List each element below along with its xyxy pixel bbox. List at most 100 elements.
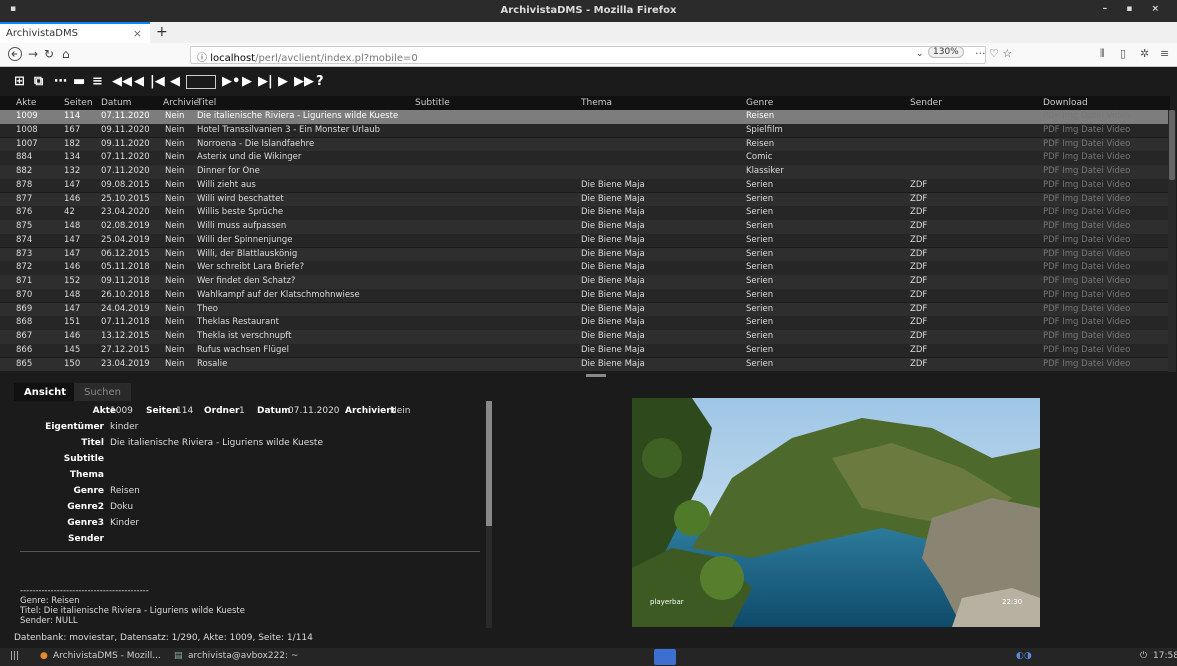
tab-ansicht[interactable]: Ansicht <box>14 383 77 401</box>
last-page-icon[interactable]: ▶ <box>278 74 288 89</box>
cell-download[interactable]: PDF Img Datei Video <box>1043 125 1163 135</box>
seiten-value[interactable]: 114 <box>176 406 193 416</box>
extension-icon[interactable]: ✲ <box>1140 47 1149 60</box>
hamburger-menu-icon[interactable]: ≡ <box>1160 47 1169 60</box>
table-row[interactable]: 873 147 06.12.2015 Nein Willi, der Blattlaus… <box>0 247 1168 261</box>
table-row[interactable]: 878 147 09.08.2015 Nein Willi zieht aus Die B… <box>0 178 1168 193</box>
table-row[interactable]: 866 145 27.12.2015 Nein Rufus wachsen Flügel… <box>0 343 1168 358</box>
url-bar[interactable]: ⓘ localhost/perl/avclient/index.pl?mobil… <box>190 46 986 64</box>
table-row[interactable]: 877 146 25.10.2015 Nein Willi wird beschatte… <box>0 192 1168 206</box>
power-icon[interactable]: ⏻ <box>1140 651 1147 661</box>
column-header-thema[interactable]: Thema <box>581 98 612 108</box>
cell-download[interactable]: PDF Img Datei Video <box>1043 331 1163 341</box>
cell-download[interactable]: PDF Img Datei Video <box>1043 345 1163 355</box>
column-header-sender[interactable]: Sender <box>910 98 942 108</box>
table-row[interactable]: 1008 167 09.11.2020 Nein Hotel Transsilvanie… <box>0 123 1168 138</box>
view-icon[interactable]: ⋯ <box>54 74 67 89</box>
last-record-icon[interactable]: ▶| <box>258 74 273 89</box>
browser-tab[interactable]: ArchivistaDMS × <box>0 22 150 43</box>
library-icon[interactable]: ⫴ <box>1100 47 1105 61</box>
genre3-value[interactable]: Kinder <box>110 518 139 528</box>
cell-download[interactable]: PDF Img Datei Video <box>1043 359 1163 369</box>
akte-value[interactable]: 1009 <box>110 406 133 416</box>
new-tab-icon[interactable]: + <box>156 24 168 40</box>
cell-download[interactable]: PDF Img Datei Video <box>1043 166 1163 176</box>
table-row[interactable]: 875 148 02.08.2019 Nein Willi muss aufpassen… <box>0 220 1168 234</box>
genre2-value[interactable]: Doku <box>110 502 133 512</box>
cell-download[interactable]: PDF Img Datei Video <box>1043 111 1163 121</box>
table-row[interactable]: 865 150 23.04.2019 Nein Rosalie Die Biene Maj… <box>0 357 1168 371</box>
column-header-genre[interactable]: Genre <box>746 98 773 108</box>
select-icon[interactable]: ≡ <box>92 74 103 89</box>
table-row[interactable]: 1007 182 09.11.2020 Nein Norroena - Die Isla… <box>0 137 1168 151</box>
table-row[interactable]: 884 134 07.11.2020 Nein Asterix und die Wiki… <box>0 151 1168 165</box>
cell-download[interactable]: PDF Img Datei Video <box>1043 290 1163 300</box>
column-header-seiten[interactable]: Seiten <box>64 98 93 108</box>
window-controls[interactable]: – ▪ × <box>1103 4 1167 14</box>
back-arrow-icon[interactable] <box>8 47 22 64</box>
cell-download[interactable]: PDF Img Datei Video <box>1043 139 1163 149</box>
prev-record-icon[interactable]: ◀ <box>170 74 180 89</box>
cell-download[interactable]: PDF Img Datei Video <box>1043 317 1163 327</box>
splitter-grip[interactable] <box>586 374 606 377</box>
cell-download[interactable]: PDF Img Datei Video <box>1043 180 1163 190</box>
notes-area[interactable]: ----------------------------------------… <box>20 586 245 626</box>
cell-download[interactable]: PDF Img Datei Video <box>1043 194 1163 204</box>
cell-download[interactable]: PDF Img Datei Video <box>1043 207 1163 217</box>
panel-splitter[interactable] <box>0 372 1177 380</box>
help-icon[interactable]: ? <box>316 74 324 89</box>
tab-suchen[interactable]: Suchen <box>74 383 132 401</box>
record-number-input[interactable] <box>186 75 216 89</box>
archiviert-value[interactable]: Nein <box>390 406 410 416</box>
cell-download[interactable]: PDF Img Datei Video <box>1043 249 1163 259</box>
scrollbar-thumb[interactable] <box>1169 110 1175 180</box>
table-row[interactable]: 876 42 23.04.2020 Nein Willis beste Sprüche D… <box>0 206 1168 220</box>
cell-download[interactable]: PDF Img Datei Video <box>1043 152 1163 162</box>
prev-page-icon[interactable]: ◀ <box>134 74 144 89</box>
table-row[interactable]: 867 146 13.12.2015 Nein Thekla ist verschnup… <box>0 330 1168 344</box>
page-actions-icon[interactable]: ··· ♡ ☆ <box>975 47 1012 60</box>
info-icon[interactable]: ⓘ <box>197 53 207 64</box>
chevron-down-icon[interactable]: ⌄ <box>916 49 924 59</box>
cell-download[interactable]: PDF Img Datei Video <box>1043 235 1163 245</box>
home-icon[interactable]: ⌂ <box>62 47 70 61</box>
titel-value[interactable]: Die italienische Riviera - Liguriens wil… <box>110 438 323 448</box>
document-image-preview[interactable]: playerbar 22:30 <box>632 398 1040 627</box>
table-row[interactable]: 871 152 09.11.2018 Nein Wer findet den Schat… <box>0 275 1168 289</box>
table-row[interactable]: 869 147 24.04.2019 Nein Theo Die Biene Maja Se… <box>0 302 1168 316</box>
eigentuemer-value[interactable]: kinder <box>110 422 138 432</box>
grid-scrollbar[interactable] <box>1168 110 1176 372</box>
cell-download[interactable]: PDF Img Datei Video <box>1043 221 1163 231</box>
table-row[interactable]: 1009 114 07.11.2020 Nein Die italienische Ri… <box>0 110 1168 124</box>
login-icon[interactable]: ⊞ <box>14 74 25 89</box>
workspace-indicator[interactable] <box>654 649 676 665</box>
cell-download[interactable]: PDF Img Datei Video <box>1043 262 1163 272</box>
sidebar-icon[interactable]: ▯ <box>1120 47 1126 60</box>
datum-value[interactable]: 07.11.2020 <box>288 406 340 416</box>
table-row[interactable]: 882 132 07.11.2020 Nein Dinner for One Klassi… <box>0 165 1168 179</box>
forward-arrow-icon[interactable]: → <box>28 47 38 61</box>
fast-forward-icon[interactable]: ▶▶ <box>294 74 314 89</box>
network-icon[interactable]: ◐◑ <box>1016 651 1032 661</box>
table-row[interactable]: 872 146 05.11.2018 Nein Wer schreibt Lara Br… <box>0 261 1168 275</box>
column-header-datum[interactable]: Datum <box>101 98 131 108</box>
table-row[interactable]: 874 147 25.04.2019 Nein Willi der Spinnenjun… <box>0 233 1168 248</box>
column-header-download[interactable]: Download <box>1043 98 1088 108</box>
start-menu-icon[interactable]: ||| <box>10 651 19 661</box>
cell-download[interactable]: PDF Img Datei Video <box>1043 276 1163 286</box>
reload-icon[interactable]: ↻ <box>44 47 54 61</box>
cell-download[interactable]: PDF Img Datei Video <box>1043 304 1163 314</box>
table-row[interactable]: 868 151 07.11.2018 Nein Theklas Restaurant Di… <box>0 316 1168 330</box>
next-record-icon[interactable]: ▶• <box>222 74 240 89</box>
edit-icon[interactable]: ▬ <box>73 74 85 89</box>
column-header-titel[interactable]: Titel <box>197 98 216 108</box>
genre-value[interactable]: Reisen <box>110 486 140 496</box>
table-row[interactable]: 870 148 26.10.2018 Nein Wahlkampf auf der Kl… <box>0 288 1168 303</box>
scrollbar-thumb[interactable] <box>486 401 492 526</box>
zoom-level[interactable]: 130% <box>928 46 964 58</box>
copy-icon[interactable]: ⧉ <box>34 74 43 89</box>
first-record-icon[interactable]: |◀ <box>150 74 165 89</box>
next-page-icon[interactable]: ▶ <box>242 74 252 89</box>
close-tab-icon[interactable]: × <box>133 27 142 40</box>
taskbar-item-terminal[interactable]: archivista@avbox222: ~ <box>188 651 298 661</box>
